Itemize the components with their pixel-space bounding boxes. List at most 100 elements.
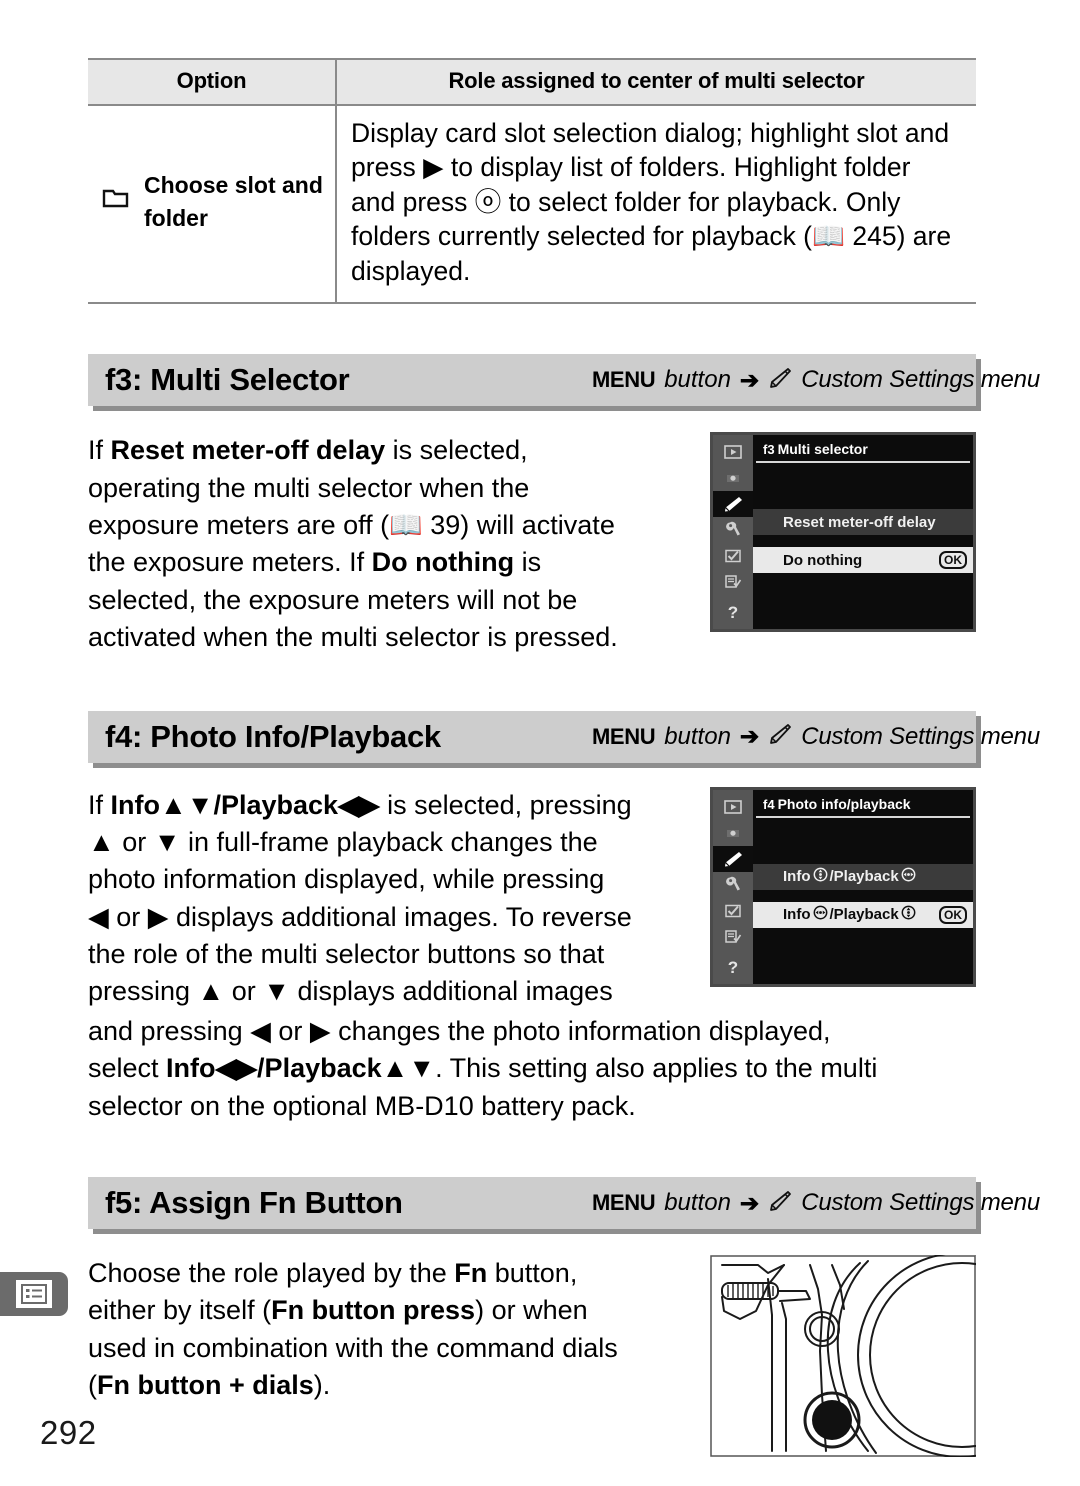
setup-wrench-icon <box>713 517 753 544</box>
body-line: If Reset meter-off delay is selected, <box>88 435 528 466</box>
recent-settings-icon <box>713 569 753 596</box>
lcd-screenshot-f3: ? f3 Multi selector Reset meter-off delay… <box>710 432 976 633</box>
lcd-title-f4: f4 Photo info/playback <box>756 790 970 818</box>
body-line: the exposure meters. If Do nothing is <box>88 547 542 578</box>
destination-menu-label: Custom Settings menu <box>801 1189 1040 1217</box>
shooting-menu-icon <box>713 819 753 846</box>
svg-text:?: ? <box>728 603 738 622</box>
body-line: ▲ or ▼ in full-frame playback changes th… <box>88 826 598 857</box>
chapter-margin-tab <box>0 1272 68 1316</box>
section-header-f3: f3: Multi Selector MENU button ➔ Custom … <box>88 354 1040 407</box>
section-header-f4: f4: Photo Info/Playback MENU button ➔ Cu… <box>88 710 1040 763</box>
pencil-icon <box>768 723 792 750</box>
section-header-f5: f5: Assign Fn Button MENU button ➔ Custo… <box>88 1177 1040 1230</box>
button-word-label: button <box>664 1189 731 1217</box>
body-line: pressing ▲ or ▼ displays additional imag… <box>88 976 613 1007</box>
menu-button-label: MENU <box>592 367 656 393</box>
section-f3: f3: Multi Selector MENU button ➔ Custom … <box>88 354 1040 656</box>
folder-icon <box>102 185 130 218</box>
option-label-line2: folder <box>144 205 208 232</box>
body-line: activated when the multi selector is pre… <box>88 622 618 653</box>
lcd-title-text: Multi selector <box>777 441 868 458</box>
body-line: and pressing ◀ or ▶ changes the photo in… <box>88 1015 831 1046</box>
lcd-menu-item-label-pre: Info <box>783 868 811 886</box>
body-line: If Info▲▼/Playback◀▶ is selected, pressi… <box>88 789 632 820</box>
shooting-menu-icon <box>713 465 753 492</box>
multiselector-leftright-icon <box>813 905 828 924</box>
section-f3-body: If Reset meter-off delay is selected, op… <box>88 432 688 656</box>
section-title-f5: f5: Assign Fn Button <box>105 1185 403 1221</box>
section-f4-body-continued: and pressing ◀ or ▶ changes the photo in… <box>88 1013 976 1125</box>
lcd-menu-item-label-mid: /Playback <box>829 906 899 924</box>
playback-icon <box>713 439 753 466</box>
table-header-row: Option Role assigned to center of multi … <box>88 58 976 106</box>
lcd-title-f3: f3 Multi selector <box>756 435 970 464</box>
section-path-f3: MENU button ➔ Custom Settings menu <box>570 366 1040 394</box>
table-cell-option: Choose slot and folder <box>88 105 337 305</box>
table-cell-role: Display card slot selection dialog; high… <box>336 105 976 305</box>
lcd-sidebar: ? <box>713 789 753 984</box>
pencil-icon <box>768 1190 792 1217</box>
button-word-label: button <box>664 722 731 750</box>
lcd-main-panel: f4 Photo info/playback Info /Playback In… <box>753 789 973 984</box>
svg-text:?: ? <box>728 958 738 977</box>
body-line: select Info◀▶/Playback▲▼. This setting a… <box>88 1053 878 1084</box>
multiselector-leftright-icon <box>901 867 916 886</box>
lcd-menu-item-label: Do nothing <box>783 551 863 569</box>
body-line: photo information displayed, while press… <box>88 864 605 895</box>
help-question-icon: ? <box>713 953 753 980</box>
camera-front-fn-button-illustration <box>710 1255 976 1458</box>
table-header-role: Role assigned to center of multi selecto… <box>336 58 976 106</box>
manual-page: 292 Option Role assigned to center of mu… <box>0 0 1080 1486</box>
role-line: folders currently selected for playback … <box>351 221 952 252</box>
role-line: Display card slot selection dialog; high… <box>351 118 950 148</box>
arrow-icon: ➔ <box>739 366 760 393</box>
lcd-screenshot-f4: ? f4Photo info/playback Info /Playback <box>710 786 976 987</box>
lcd-sidebar: ? <box>713 435 753 630</box>
ok-badge: OK <box>939 905 967 924</box>
pencil-icon <box>768 367 792 394</box>
retouch-check-icon <box>713 543 753 570</box>
options-table: Option Role assigned to center of multi … <box>88 58 976 305</box>
recent-settings-icon <box>713 923 753 950</box>
page-content: Option Role assigned to center of multi … <box>88 0 1040 1458</box>
lcd-title-prefix: f4 <box>763 796 775 812</box>
setup-wrench-icon <box>713 871 753 898</box>
section-f5-body: Choose the role played by the Fn button,… <box>88 1255 688 1405</box>
lcd-menu-item[interactable]: Info /Playback <box>753 863 973 890</box>
option-label-line1: Choose slot and <box>144 171 323 198</box>
ok-badge: OK <box>939 551 967 570</box>
destination-menu-label: Custom Settings menu <box>801 366 1040 394</box>
body-line: operating the multi selector when the <box>88 472 530 503</box>
section-f4: f4: Photo Info/Playback MENU button ➔ Cu… <box>88 710 1040 1126</box>
body-line: selector on the optional MB-D10 battery … <box>88 1090 636 1121</box>
lcd-menu-item-selected[interactable]: Info /Playback OK <box>753 901 973 928</box>
lcd-menu-item-label-pre: Info <box>783 906 811 924</box>
custom-settings-pencil-icon <box>713 845 753 872</box>
body-line: selected, the exposure meters will not b… <box>88 584 578 615</box>
lcd-main-panel: f3 Multi selector Reset meter-off delay D… <box>753 435 973 630</box>
table-row: Choose slot and folder Display card slot… <box>88 105 976 305</box>
table-cell-option-label: Choose slot and folder <box>144 169 323 236</box>
body-line: used in combination with the command dia… <box>88 1332 618 1363</box>
section-f5: f5: Assign Fn Button MENU button ➔ Custo… <box>88 1177 1040 1458</box>
lcd-menu-item-selected[interactable]: Do nothing OK <box>753 547 973 574</box>
section-path-f5: MENU button ➔ Custom Settings menu <box>570 1189 1040 1217</box>
playback-icon <box>713 793 753 820</box>
custom-settings-pencil-icon <box>713 491 753 518</box>
menu-button-label: MENU <box>592 1190 656 1216</box>
body-line: ◀ or ▶ displays additional images. To re… <box>88 901 632 932</box>
menu-button-label: MENU <box>592 723 656 749</box>
section-path-f4: MENU button ➔ Custom Settings menu <box>570 723 1040 751</box>
retouch-check-icon <box>713 897 753 924</box>
lcd-menu-item[interactable]: Reset meter-off delay <box>753 509 973 536</box>
lcd-menu-item-label: Reset meter-off delay <box>783 513 936 531</box>
body-line: Choose the role played by the Fn button, <box>88 1258 578 1289</box>
help-question-icon: ? <box>713 599 753 626</box>
lcd-title-text: Photo info/playback <box>777 795 911 812</box>
lcd-menu-item-label-mid: /Playback <box>829 868 899 886</box>
role-line: and press ⓞ to select folder for playbac… <box>351 186 901 217</box>
role-line: displayed. <box>351 255 471 286</box>
arrow-icon: ➔ <box>739 723 760 750</box>
body-line: exposure meters are off (📖 39) will acti… <box>88 509 615 540</box>
